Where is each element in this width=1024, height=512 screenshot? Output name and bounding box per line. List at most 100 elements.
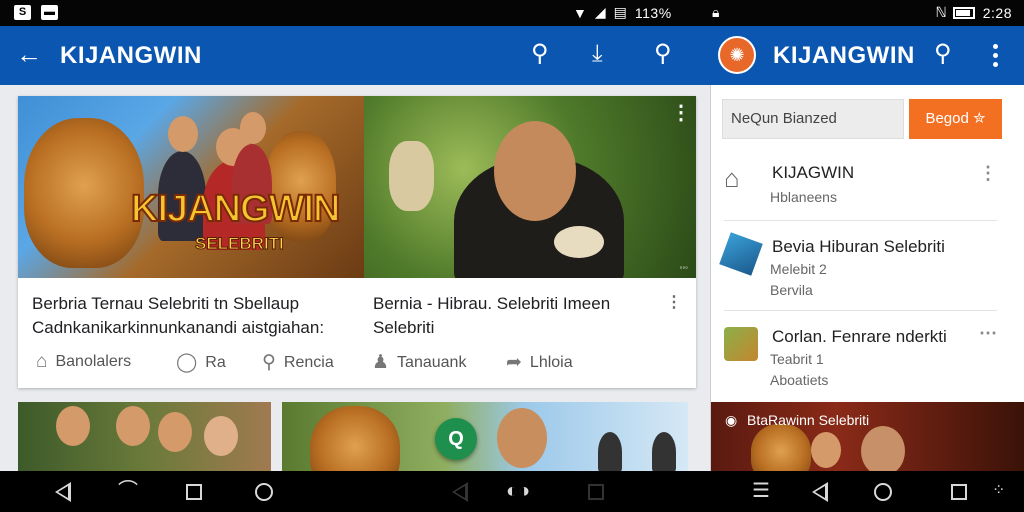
search-comment-icon: ⚲ [262,352,276,373]
thumbnail[interactable] [282,402,688,471]
post-image-left[interactable]: KIJANGWIN SELEBRITI [18,96,364,278]
menu-icon[interactable]: ☰ [752,479,770,503]
home-icon[interactable] [874,483,892,501]
like-button[interactable]: ⌂ Banolalers [36,351,131,373]
caption-more-icon[interactable]: ⋮ [666,292,682,312]
card-more-icon[interactable]: ⋮ [671,103,691,123]
search-icon[interactable]: ⚲ [531,40,549,68]
share-button[interactable]: ➦ Lhloia [506,351,573,374]
thumbnail[interactable] [18,402,271,471]
panel-image-title: BtaRawinn Selebriti [747,412,870,428]
search-input[interactable]: NeQun Bianzed [722,99,904,139]
clock: 2:28 [982,4,1012,21]
screen: S ▬ ▼ ◢ ▤ 113% 🔒︎ ℕ 2:28 ← KIJANGWIN ⚲ ⤓… [0,0,1024,512]
go-button[interactable]: Begod ✮ [909,99,1002,139]
logo-icon: ✺ [718,36,756,74]
watermark: ◦◦◦ [679,263,688,272]
action-label: Tanauank [397,353,467,371]
panel-image[interactable]: ◉ BtaRawinn Selebriti [711,402,1024,471]
sim-icon: S [14,5,31,20]
app-title-secondary: KIJANGWIN [773,42,915,69]
person-graphic [598,432,622,471]
more-vert-icon[interactable] [993,44,999,71]
post-image-right[interactable]: ◦◦◦ [364,96,696,278]
recents-icon[interactable] [588,484,604,500]
user-icon: ♟ [372,352,390,373]
list-item-subtitle: Bervila [770,282,813,298]
face-graphic [204,416,238,456]
lion-graphic [310,406,400,471]
face-graphic [168,116,198,152]
battery-icon [952,6,975,19]
comment-icon: ◯ [176,352,198,373]
face-graphic [811,432,841,468]
list-item-subtitle: Aboatiets [770,372,829,388]
side-panel: NeQun Bianzed Begod ✮ ⌂ KIJAGWIN Hblanee… [710,85,1024,471]
banner-subtext: SELEBRITI [195,234,285,254]
bag-icon: ⌂ [724,163,740,193]
recents-icon[interactable]: ⌒ [118,479,138,503]
back-arrow-icon[interactable]: ← [16,40,42,68]
search-fab[interactable]: Q [435,418,477,460]
status-bar: S ▬ ▼ ◢ ▤ 113% 🔒︎ ℕ 2:28 [0,0,1024,26]
user-button[interactable]: ♟ Tanauank [372,351,466,374]
post-card[interactable]: KIJANGWIN SELEBRITI ◦◦◦ ⋮ Berbria Ternau… [18,96,696,388]
back-icon[interactable] [452,482,468,502]
wifi-icon: ▼ [573,4,587,21]
list-item[interactable]: ⌂ KIJAGWIN Hblaneens ⋮ [724,151,997,221]
feed: KIJANGWIN SELEBRITI ◦◦◦ ⋮ Berbria Ternau… [0,85,710,471]
list-item-subtitle: Melebit 2 [770,261,827,277]
search-icon[interactable]: ⚲ [934,40,952,68]
list-item-title: Corlan. Fenrare nderkti [772,327,947,346]
data-icon: ▤ [613,4,627,20]
food-graphic [554,226,604,258]
signal-icon: ◢ [594,4,606,20]
face-graphic [158,412,192,452]
back-icon[interactable] [55,482,71,502]
game-icon [724,327,758,361]
pet-graphic [389,141,434,211]
share-icon: ➦ [506,352,522,373]
recents-icon[interactable] [951,484,967,500]
home-icon[interactable]: ◐◑ [506,479,530,503]
nfc-icon: ℕ [935,4,947,20]
face-graphic [116,406,150,446]
dots-icon[interactable]: ⁘ [992,479,1005,503]
download-icon[interactable]: ⤓ [592,40,603,68]
cube-icon [719,232,763,276]
list-item-title: Bevia Hiburan Selebriti [772,237,945,256]
search-icon[interactable]: ⚲ [654,40,672,68]
list-item-subtitle: Teabrit 1 [770,351,824,367]
list-item-title: KIJAGWIN [772,163,855,182]
action-label: Banolalers [55,353,132,370]
circle-icon[interactable] [255,483,273,501]
lion-graphic [24,118,144,268]
lock-icon: 🔒︎ [712,4,720,20]
action-label: Lhloia [529,353,573,371]
nav-bar: ⌒ ◐◑ ☰ ⁘ [0,471,1024,512]
back-icon[interactable] [812,482,828,502]
lion-graphic [751,424,811,471]
list-item[interactable]: Corlan. Fenrare nderkti Teabrit 1 Aboati… [724,313,997,395]
face-graphic [494,121,576,221]
face-graphic [497,408,547,468]
action-bar: ⌂ Banolalers ◯ Ra ⚲ Rencia ♟ Tanauank ➦ [36,351,686,377]
comment-button[interactable]: ◯ Ra [176,351,226,374]
message-icon: ▬ [41,5,58,20]
app-title: KIJANGWIN [60,42,202,69]
app-bar: ← KIJANGWIN ⚲ ⤓ ⚲ ✺ KIJANGWIN ⚲ [0,26,1024,85]
home-icon[interactable] [186,484,202,500]
more-vert-icon[interactable]: ⋮ [979,163,997,184]
more-horiz-icon[interactable]: ⋯ [979,323,997,344]
face-graphic [56,406,90,446]
person-graphic [652,432,676,471]
action-label: Ra [205,353,226,371]
caption-right: Bernia - Hibrau. Selebriti Imeen Selebri… [373,294,611,337]
list-item[interactable]: Bevia Hiburan Selebriti Melebit 2 Bervil… [719,223,997,311]
face-graphic [861,426,905,471]
face-graphic [240,112,266,144]
like-icon: ⌂ [36,351,48,372]
action-label: Rencia [283,353,334,371]
list-item-subtitle: Hblaneens [770,189,837,205]
search-comment-button[interactable]: ⚲ Rencia [262,351,334,374]
